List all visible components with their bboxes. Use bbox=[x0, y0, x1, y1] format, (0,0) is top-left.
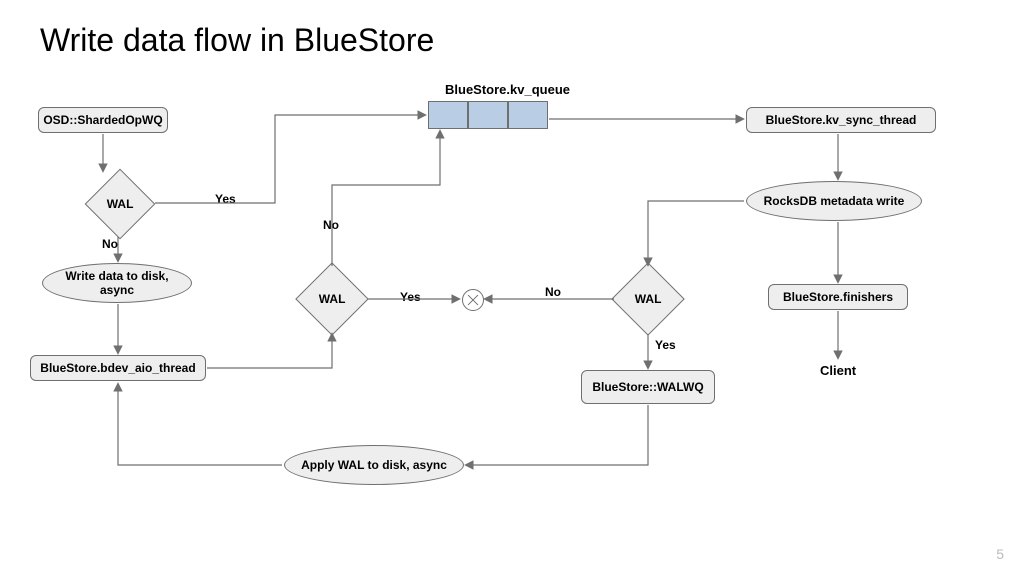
node-client: Client bbox=[820, 363, 856, 378]
node-rocks-write: RocksDB metadata write bbox=[746, 181, 922, 221]
slide-title: Write data flow in BlueStore bbox=[40, 22, 434, 59]
node-wal-1-label: WAL bbox=[107, 197, 134, 211]
label-wal1-no: No bbox=[102, 237, 118, 251]
label-wal2-no: No bbox=[323, 218, 339, 232]
node-wal-3-label: WAL bbox=[635, 292, 662, 306]
label-wal2-yes: Yes bbox=[400, 290, 421, 304]
node-wal-2: WAL bbox=[295, 262, 369, 336]
label-wal3-yes: Yes bbox=[655, 338, 676, 352]
node-wal-2-label: WAL bbox=[319, 292, 346, 306]
kv-queue-cell-3 bbox=[508, 101, 548, 129]
node-walwq: BlueStore::WALWQ bbox=[581, 370, 715, 404]
page-number: 5 bbox=[996, 546, 1004, 562]
kv-queue-cell-1 bbox=[428, 101, 468, 129]
label-merge-no: No bbox=[545, 285, 561, 299]
node-merge bbox=[462, 289, 484, 311]
node-kv-sync: BlueStore.kv_sync_thread bbox=[746, 107, 936, 133]
node-apply-wal: Apply WAL to disk, async bbox=[284, 445, 464, 485]
node-finishers: BlueStore.finishers bbox=[768, 284, 908, 310]
node-aio-thread: BlueStore.bdev_aio_thread bbox=[30, 355, 206, 381]
node-write-async: Write data to disk, async bbox=[42, 263, 192, 303]
node-osd-shardedopwq: OSD::ShardedOpWQ bbox=[38, 107, 168, 133]
label-wal1-yes: Yes bbox=[215, 192, 236, 206]
node-wal-3: WAL bbox=[611, 262, 685, 336]
kv-queue-cell-2 bbox=[468, 101, 508, 129]
kv-queue-label: BlueStore.kv_queue bbox=[445, 82, 570, 97]
node-wal-1: WAL bbox=[85, 169, 156, 240]
